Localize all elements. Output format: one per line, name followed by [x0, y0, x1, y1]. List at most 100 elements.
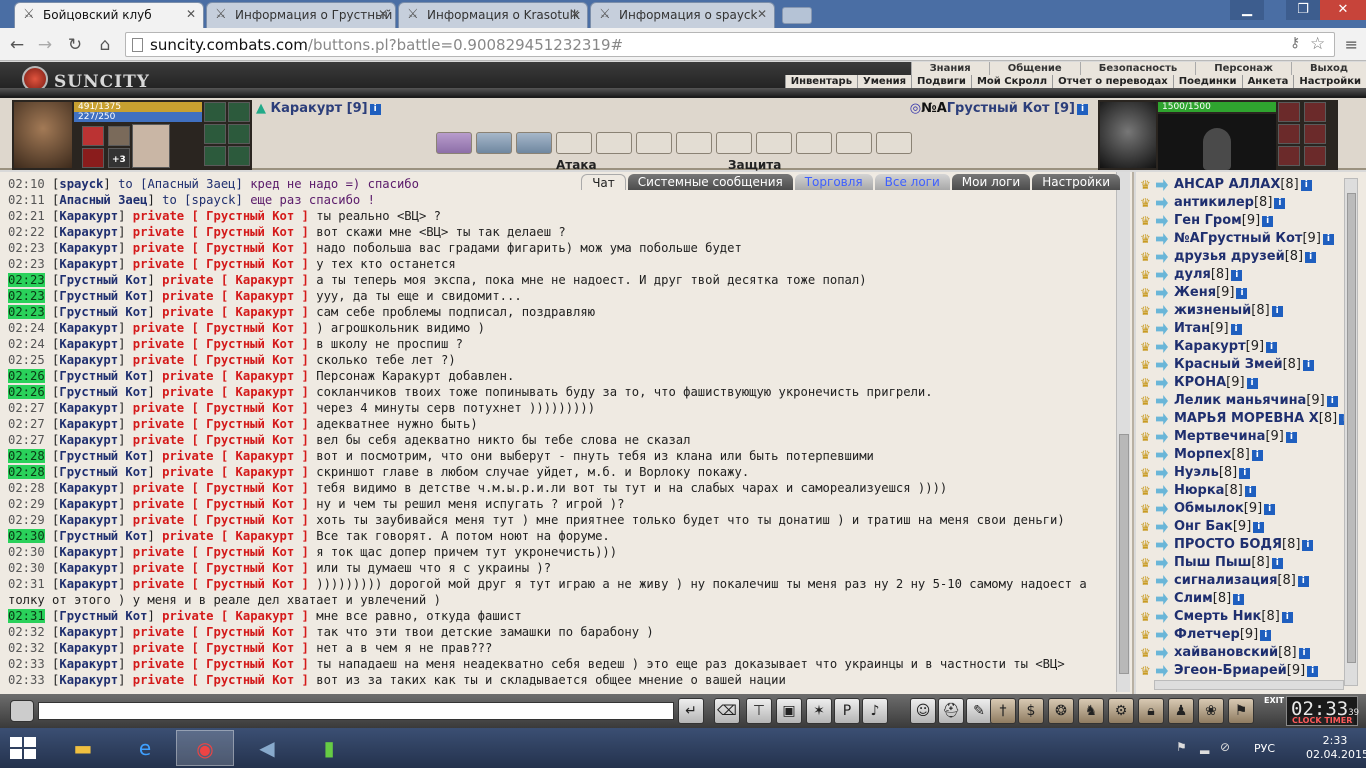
eraser-icon[interactable]: ⌫ — [714, 698, 740, 724]
users-scrollbar[interactable] — [1344, 178, 1358, 686]
hamburger-menu-icon[interactable]: ≡ — [1345, 35, 1358, 54]
arrow-right-icon[interactable] — [1156, 665, 1168, 677]
lock-icon[interactable]: 🔒︎ — [1138, 698, 1164, 724]
message-recipient[interactable]: Грустный Кот — [206, 401, 294, 415]
attack-slot-2[interactable] — [476, 132, 512, 154]
private-prefix[interactable]: private — [133, 657, 184, 671]
user-name[interactable]: сигнализация — [1174, 573, 1277, 588]
speaker-icon[interactable]: ♪ — [862, 698, 888, 724]
user-name[interactable]: Мертвечина — [1174, 429, 1265, 444]
message-author[interactable]: Каракурт — [59, 625, 118, 639]
close-tab-icon[interactable]: ✕ — [570, 7, 580, 21]
message-author[interactable]: Грустный Кот — [59, 609, 147, 623]
weapon-slot-icon[interactable] — [1278, 124, 1300, 144]
private-prefix[interactable]: private — [133, 545, 184, 559]
user-list-item[interactable]: ♛ ПРОСТО БОДЯ[8] i — [1138, 536, 1343, 554]
arrow-right-icon[interactable] — [1156, 413, 1168, 425]
file-explorer-icon[interactable]: ▬ — [54, 730, 112, 766]
private-prefix[interactable]: private — [133, 481, 184, 495]
message-recipient[interactable]: Грустный Кот — [206, 433, 294, 447]
user-name[interactable]: Обмылок — [1174, 501, 1244, 516]
crown-icon[interactable]: ♛ — [1140, 448, 1154, 462]
reload-icon[interactable]: ↻ — [64, 34, 86, 56]
helmet-tool-icon[interactable]: ⛑ — [938, 698, 964, 724]
private-prefix[interactable]: private — [133, 433, 184, 447]
user-name[interactable]: Итан — [1174, 321, 1210, 336]
arrow-right-icon[interactable] — [1156, 503, 1168, 515]
user-name[interactable]: АНСАР АЛЛАХ — [1174, 177, 1280, 192]
address-bar[interactable]: suncity.combats.com/buttons.pl?battle=0.… — [125, 32, 1335, 57]
people-icon[interactable]: ♟ — [1168, 698, 1194, 724]
money-bag-icon[interactable]: $ — [1018, 698, 1044, 724]
message-recipient[interactable]: Каракурт — [236, 273, 295, 287]
user-list-item[interactable]: ♛ друзья друзей[8] i — [1138, 248, 1343, 266]
crown-icon[interactable]: ♛ — [1140, 214, 1154, 228]
tab-trade[interactable]: Торговля — [794, 174, 873, 190]
users-scroll-thumb[interactable] — [1347, 193, 1356, 663]
crown-icon[interactable]: ♛ — [1140, 574, 1154, 588]
message-recipient[interactable]: Грустный Кот — [206, 545, 294, 559]
private-prefix[interactable]: private — [133, 241, 184, 255]
message-recipient[interactable]: Грустный Кот — [206, 641, 294, 655]
crown-icon[interactable]: ♛ — [1140, 556, 1154, 570]
attack-slot-5[interactable] — [596, 132, 632, 154]
pet-icon[interactable] — [132, 124, 170, 168]
arrow-right-icon[interactable] — [1156, 287, 1168, 299]
fist-icon[interactable] — [10, 700, 34, 722]
message-author[interactable]: Каракурт — [59, 209, 118, 223]
emblem-icon[interactable]: ❂ — [1048, 698, 1074, 724]
info-icon[interactable]: i — [1260, 630, 1272, 641]
menu-character[interactable]: Персонаж — [1195, 62, 1291, 75]
user-list-item[interactable]: ♛ Лелик маньячина[9] i — [1138, 392, 1343, 410]
private-prefix[interactable]: private — [133, 257, 184, 271]
message-recipient[interactable]: Грустный Кот — [206, 577, 294, 591]
info-icon[interactable]: i — [1274, 198, 1286, 209]
message-recipient[interactable]: Апасный Заец — [147, 177, 235, 191]
user-name[interactable]: Ген Гром — [1174, 213, 1242, 228]
player-left-name-label[interactable]: ▲ Каракурт [9] i — [256, 101, 381, 116]
defense-slot-3[interactable] — [756, 132, 792, 154]
user-name[interactable]: КРОНА — [1174, 375, 1226, 390]
user-list-item[interactable]: ♛ №АГрустный Кот[9] i — [1138, 230, 1343, 248]
user-list-item[interactable]: ♛ Ген Гром[9] i — [1138, 212, 1343, 230]
message-recipient[interactable]: Грустный Кот — [206, 225, 294, 239]
crown-icon[interactable]: ♛ — [1140, 412, 1154, 426]
key-icon[interactable]: ⚷ — [1290, 35, 1300, 51]
user-name[interactable]: Женя — [1174, 285, 1216, 300]
private-prefix[interactable]: private — [133, 353, 184, 367]
submenu-settings[interactable]: Настройки — [1293, 75, 1366, 88]
message-recipient[interactable]: Грустный Кот — [206, 209, 294, 223]
message-author[interactable]: Каракурт — [59, 433, 118, 447]
arrow-right-icon[interactable] — [1156, 305, 1168, 317]
user-list-item[interactable]: ♛ Обмылок[9] i — [1138, 500, 1343, 518]
info-icon[interactable]: i — [1271, 306, 1283, 317]
arrow-right-icon[interactable] — [1156, 593, 1168, 605]
message-author[interactable]: Каракурт — [59, 337, 118, 351]
arrow-right-icon[interactable] — [1156, 431, 1168, 443]
arrow-right-icon[interactable] — [1156, 251, 1168, 263]
user-list-item[interactable]: ♛ хайвановский[8] i — [1138, 644, 1343, 662]
user-name[interactable]: Лелик маньячина — [1174, 393, 1306, 408]
info-icon[interactable]: i — [1230, 324, 1242, 335]
message-author[interactable]: Грустный Кот — [59, 369, 147, 383]
browser-tab-0[interactable]: ⚔ Бойцовский клуб ✕ — [14, 2, 204, 28]
message-author[interactable]: Каракурт — [59, 673, 118, 687]
info-icon[interactable]: i — [1303, 360, 1314, 371]
paw-icon[interactable]: ❀ — [1198, 698, 1224, 724]
close-tab-icon[interactable]: ✕ — [186, 7, 196, 21]
chrome-icon[interactable]: ◉ — [176, 730, 234, 766]
arrow-right-icon[interactable] — [1156, 539, 1168, 551]
message-author[interactable]: Грустный Кот — [59, 305, 147, 319]
info-icon[interactable]: i — [1300, 180, 1312, 191]
user-name[interactable]: хайвановский — [1174, 645, 1278, 660]
menu-knowledge[interactable]: Знания — [910, 62, 989, 75]
user-list-item[interactable]: ♛ КРОНА[9] i — [1138, 374, 1343, 392]
user-list-item[interactable]: ♛ Морпех[8] i — [1138, 446, 1343, 464]
info-icon[interactable]: i — [1077, 104, 1088, 115]
scroll-slot-icon[interactable] — [228, 146, 250, 166]
info-icon[interactable]: i — [1302, 540, 1314, 551]
info-icon[interactable]: i — [369, 104, 381, 115]
crown-icon[interactable]: ♛ — [1140, 358, 1154, 372]
private-prefix[interactable]: private — [162, 273, 213, 287]
user-name[interactable]: Каракурт — [1174, 339, 1246, 354]
